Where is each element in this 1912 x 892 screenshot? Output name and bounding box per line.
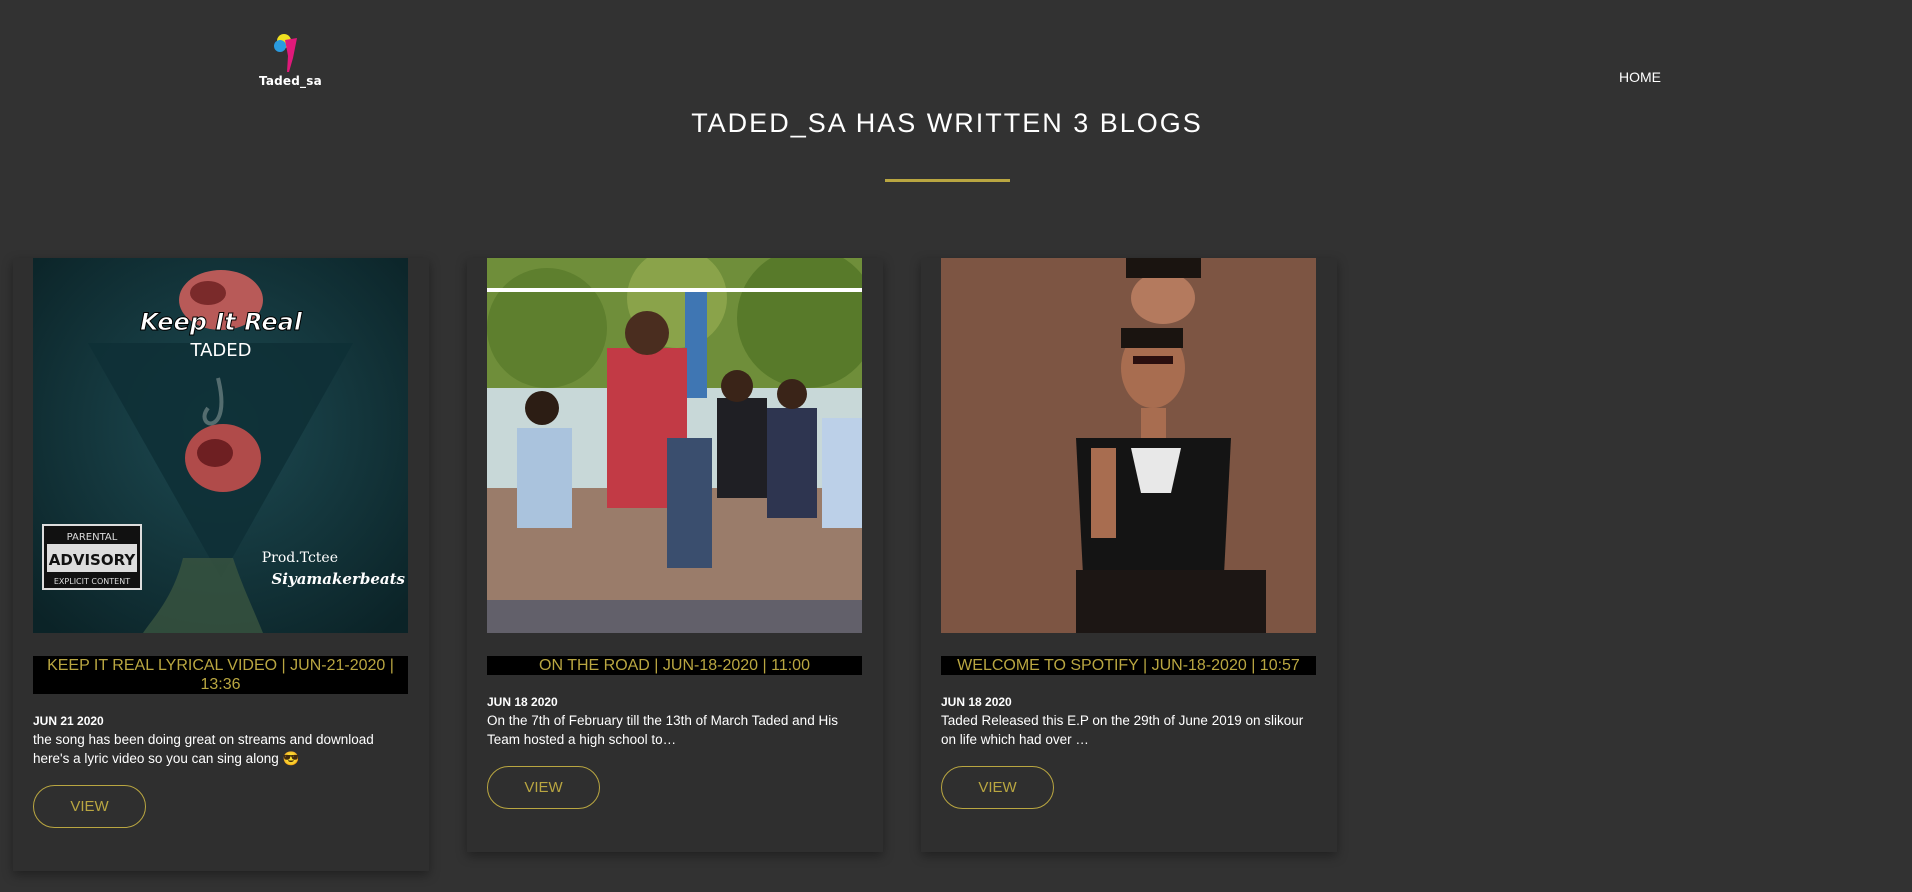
blog-card-image[interactable]: Keep It Real TADED Prod.Tctee Siyamakerb… (33, 258, 408, 633)
blog-card-title[interactable]: WELCOME TO SPOTIFY | JUN-18-2020 | 10:57 (941, 656, 1316, 675)
blog-card: Keep It Real TADED Prod.Tctee Siyamakerb… (13, 258, 429, 871)
page: Taded_sa HOME TADED_SA HAS WRITTEN 3 BLO… (0, 0, 1912, 892)
view-button[interactable]: VIEW (487, 766, 600, 809)
blog-card-excerpt: the song has been doing great on streams… (33, 732, 374, 766)
blog-card-excerpt: On the 7th of February till the 13th of … (487, 713, 838, 747)
album-label-text: Siyamakerbeats (271, 570, 405, 588)
site-logo[interactable]: Taded_sa (259, 32, 322, 100)
nav-home-link[interactable]: HOME (1619, 69, 1661, 85)
view-button[interactable]: VIEW (941, 766, 1054, 809)
advisory-top-text: PARENTAL (67, 532, 118, 543)
blog-card: WELCOME TO SPOTIFY | JUN-18-2020 | 10:57… (921, 258, 1337, 852)
blog-card-title[interactable]: KEEP IT REAL LYRICAL VIDEO | JUN-21-2020… (33, 656, 408, 694)
blog-card-image[interactable] (941, 258, 1316, 633)
advisory-bottom-text: EXPLICIT CONTENT (54, 577, 130, 586)
view-button[interactable]: VIEW (33, 785, 146, 828)
blog-card-excerpt: Taded Released this E.P on the 29th of J… (941, 713, 1304, 747)
album-title-text: Keep It Real (140, 308, 303, 336)
title-divider (885, 179, 1010, 182)
album-prod-text: Prod.Tctee (262, 550, 338, 566)
blog-card-date: JUN 18 2020 (487, 695, 558, 709)
album-artist-text: TADED (189, 340, 251, 361)
blog-card-title[interactable]: ON THE ROAD | JUN-18-2020 | 11:00 (487, 656, 862, 675)
blog-card-date: JUN 18 2020 (941, 695, 1012, 709)
blog-card-date: JUN 21 2020 (33, 714, 104, 728)
blog-card-image[interactable] (487, 258, 862, 633)
logo-text: Taded_sa (259, 74, 322, 88)
logo-mark-icon (274, 34, 297, 72)
advisory-mid-text: ADVISORY (49, 551, 137, 569)
blog-card: ON THE ROAD | JUN-18-2020 | 11:00 JUN 18… (467, 258, 883, 852)
page-title: TADED_SA HAS WRITTEN 3 BLOGS (691, 108, 1203, 138)
